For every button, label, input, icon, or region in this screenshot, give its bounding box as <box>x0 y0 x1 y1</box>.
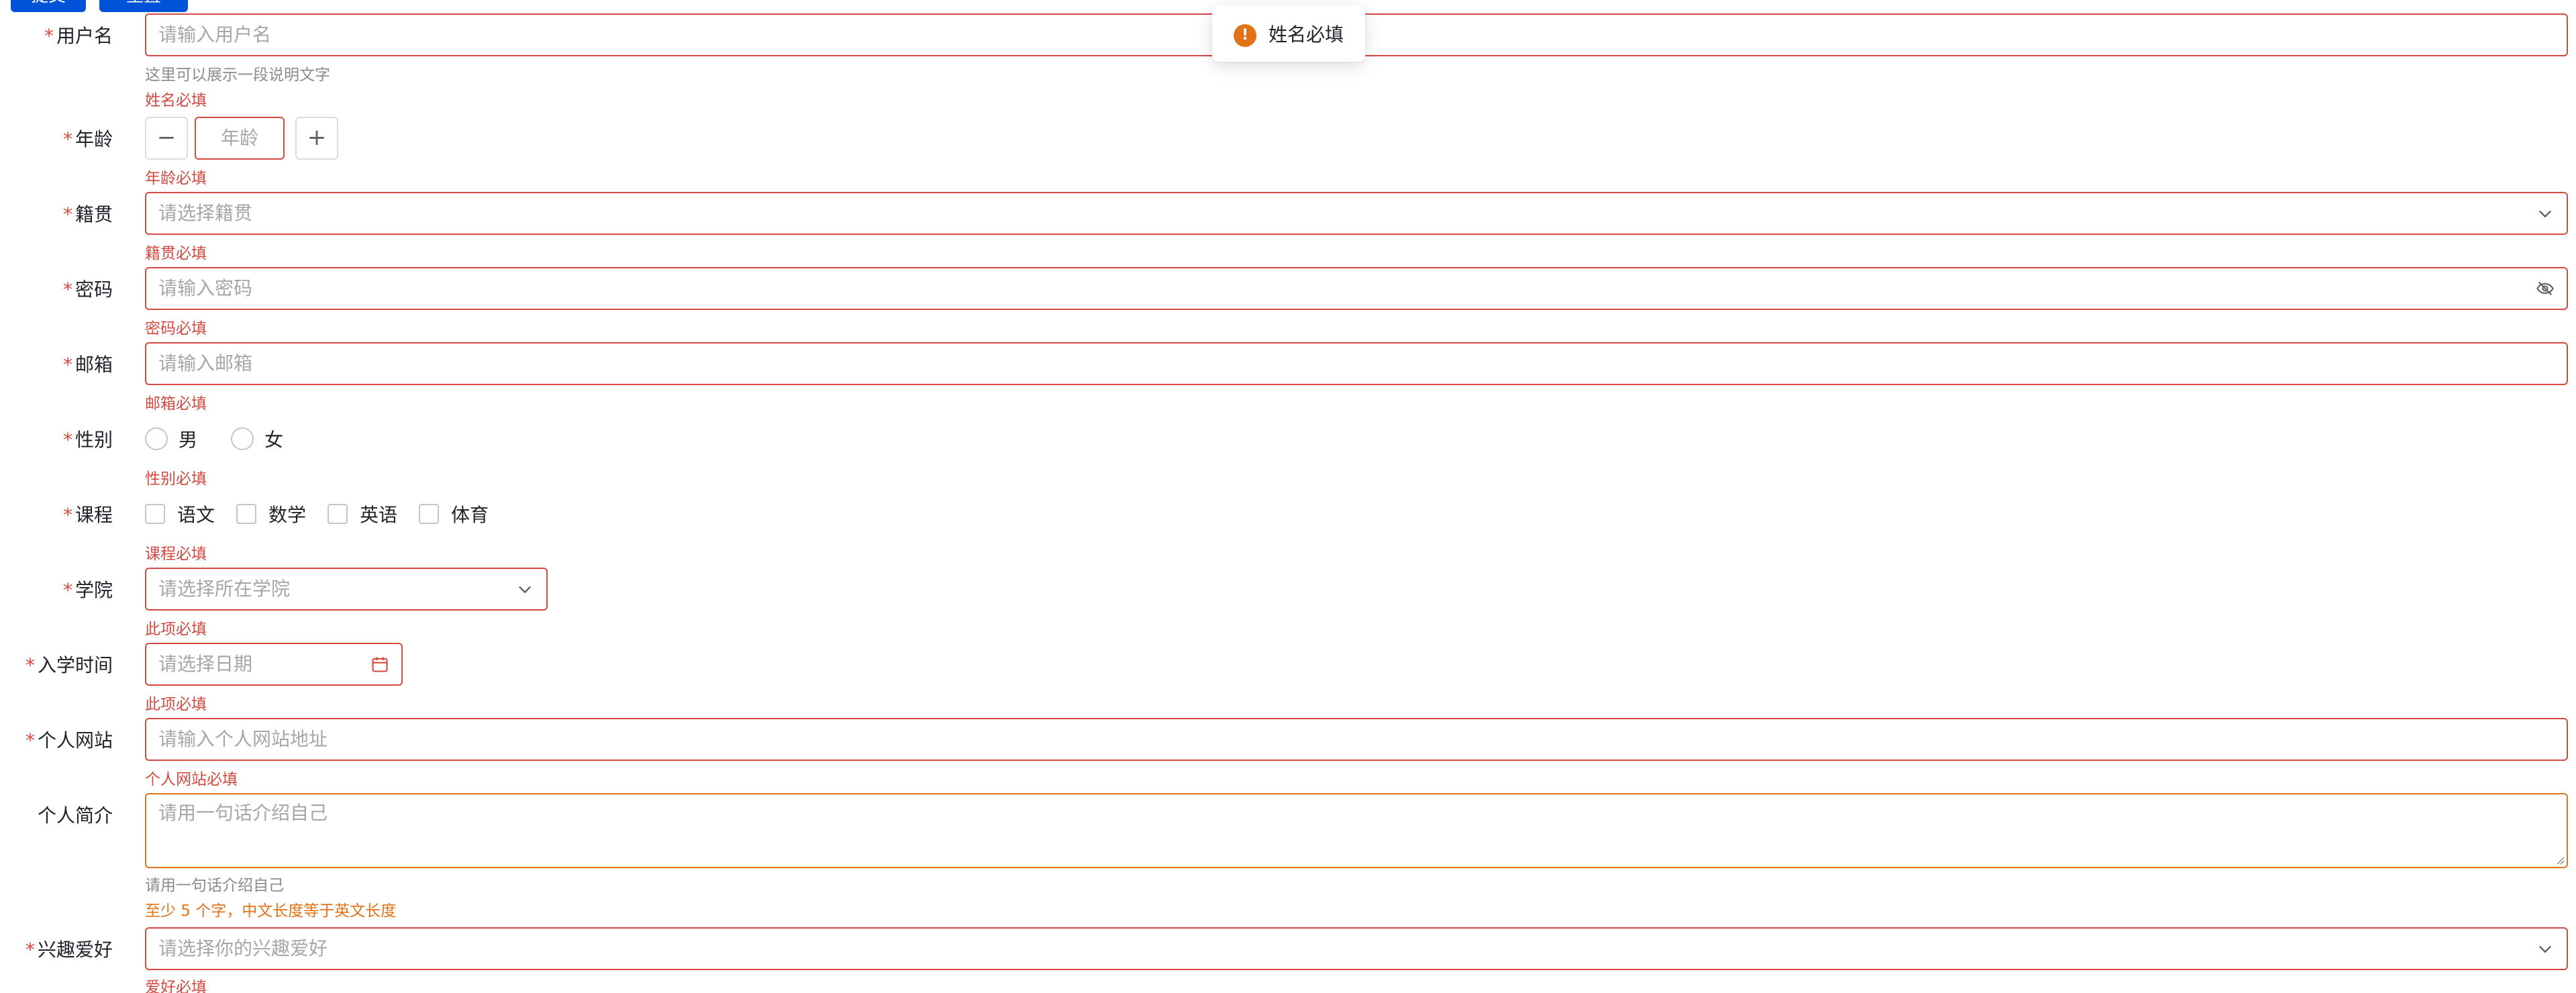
course-option-math[interactable]: 数学 <box>268 501 306 527</box>
password-error: 密码必填 <box>145 320 207 337</box>
intro-tip: 请用一句话介绍自己 <box>145 877 284 894</box>
age-placeholder: 年龄 <box>220 127 258 149</box>
enroll-date-placeholder: 请选择日期 <box>158 653 253 675</box>
hometown-placeholder: 请选择籍贯 <box>158 202 253 224</box>
gender-label: 性别 <box>75 429 113 451</box>
enroll-date-error: 此项必填 <box>145 696 207 713</box>
required-mark: * <box>62 504 72 526</box>
required-mark: * <box>44 25 54 47</box>
password-label: 密码 <box>75 278 113 301</box>
enroll-date-picker[interactable]: 请选择日期 <box>145 643 403 686</box>
hobby-label: 兴趣爱好 <box>37 939 113 961</box>
required-mark: * <box>62 128 72 150</box>
intro-textarea[interactable]: 请用一句话介绍自己 <box>145 793 2568 868</box>
course-checkbox-math[interactable] <box>236 504 256 524</box>
email-placeholder: 请输入邮箱 <box>158 352 253 374</box>
hometown-select[interactable]: 请选择籍贯 <box>145 192 2568 235</box>
intro-placeholder: 请用一句话介绍自己 <box>158 802 328 824</box>
hobby-select[interactable]: 请选择你的兴趣爱好 <box>145 927 2568 970</box>
chevron-down-icon <box>2539 945 2551 953</box>
toast-message: 姓名必填 <box>1269 23 1344 46</box>
chevron-down-icon <box>519 586 531 594</box>
submit-button[interactable]: 提交 <box>11 0 86 12</box>
required-mark: * <box>25 939 35 961</box>
course-option-pe[interactable]: 体育 <box>451 501 489 527</box>
required-mark: * <box>62 579 72 601</box>
course-label: 课程 <box>75 504 113 526</box>
calendar-icon <box>372 657 388 672</box>
warning-toast: ! 姓名必填 <box>1212 5 1365 62</box>
hometown-label: 籍贯 <box>75 203 113 225</box>
website-error: 个人网站必填 <box>145 771 238 788</box>
required-mark: * <box>25 729 35 751</box>
gender-option-male[interactable]: 男 <box>179 425 197 452</box>
website-label: 个人网站 <box>37 729 113 751</box>
age-input[interactable]: 年龄 <box>195 117 285 160</box>
gender-radio-male[interactable] <box>145 427 168 450</box>
website-input[interactable]: 请输入个人网站地址 <box>145 718 2568 761</box>
required-mark: * <box>62 354 72 376</box>
username-label: 用户名 <box>56 25 113 47</box>
college-error: 此项必填 <box>145 621 207 638</box>
website-placeholder: 请输入个人网站地址 <box>158 728 328 750</box>
course-checkbox-chinese[interactable] <box>145 504 165 524</box>
hometown-error: 籍贯必填 <box>145 245 207 262</box>
course-error: 课程必填 <box>145 545 207 563</box>
required-mark: * <box>62 278 72 301</box>
chevron-down-icon <box>2539 210 2551 218</box>
username-tip: 这里可以展示一段说明文字 <box>145 66 330 84</box>
hobby-error: 爱好必填 <box>145 979 207 993</box>
age-label: 年龄 <box>75 128 113 150</box>
required-mark: * <box>62 429 72 451</box>
gender-error: 性别必填 <box>145 470 207 488</box>
course-option-chinese[interactable]: 语文 <box>177 501 215 527</box>
username-error: 姓名必填 <box>145 92 207 109</box>
email-input[interactable]: 请输入邮箱 <box>145 342 2568 385</box>
email-error: 邮箱必填 <box>145 395 207 413</box>
intro-label: 个人简介 <box>37 804 113 827</box>
age-error: 年龄必填 <box>145 170 207 187</box>
password-input[interactable]: 请输入密码 <box>145 267 2568 310</box>
course-option-english[interactable]: 英语 <box>360 501 397 527</box>
gender-radio-female[interactable] <box>231 427 254 450</box>
form-page: 提交 重置 *用户名 请输入用户名 这里可以展示一段说明文字 姓名必填 *年龄 … <box>0 0 2576 993</box>
username-placeholder: 请输入用户名 <box>158 23 272 46</box>
gender-option-female[interactable]: 女 <box>264 425 283 452</box>
course-checkbox-english[interactable] <box>328 504 348 524</box>
college-select[interactable]: 请选择所在学院 <box>145 568 548 611</box>
intro-warning: 至少 5 个字，中文长度等于英文长度 <box>145 902 397 920</box>
hobby-placeholder: 请选择你的兴趣爱好 <box>158 937 328 959</box>
warning-icon: ! <box>1234 24 1256 47</box>
age-decrease-button[interactable]: − <box>145 117 188 160</box>
college-label: 学院 <box>75 579 113 601</box>
enroll-date-label: 入学时间 <box>37 654 113 676</box>
college-placeholder: 请选择所在学院 <box>158 578 291 600</box>
age-increase-button[interactable]: + <box>295 117 338 160</box>
eye-off-icon[interactable] <box>2536 279 2555 298</box>
resize-handle-icon[interactable] <box>2555 855 2565 866</box>
required-mark: * <box>62 203 72 225</box>
password-placeholder: 请输入密码 <box>158 277 253 299</box>
required-mark: * <box>25 654 35 676</box>
course-checkbox-pe[interactable] <box>419 504 439 524</box>
email-label: 邮箱 <box>75 354 113 376</box>
reset-button[interactable]: 重置 <box>99 0 188 12</box>
